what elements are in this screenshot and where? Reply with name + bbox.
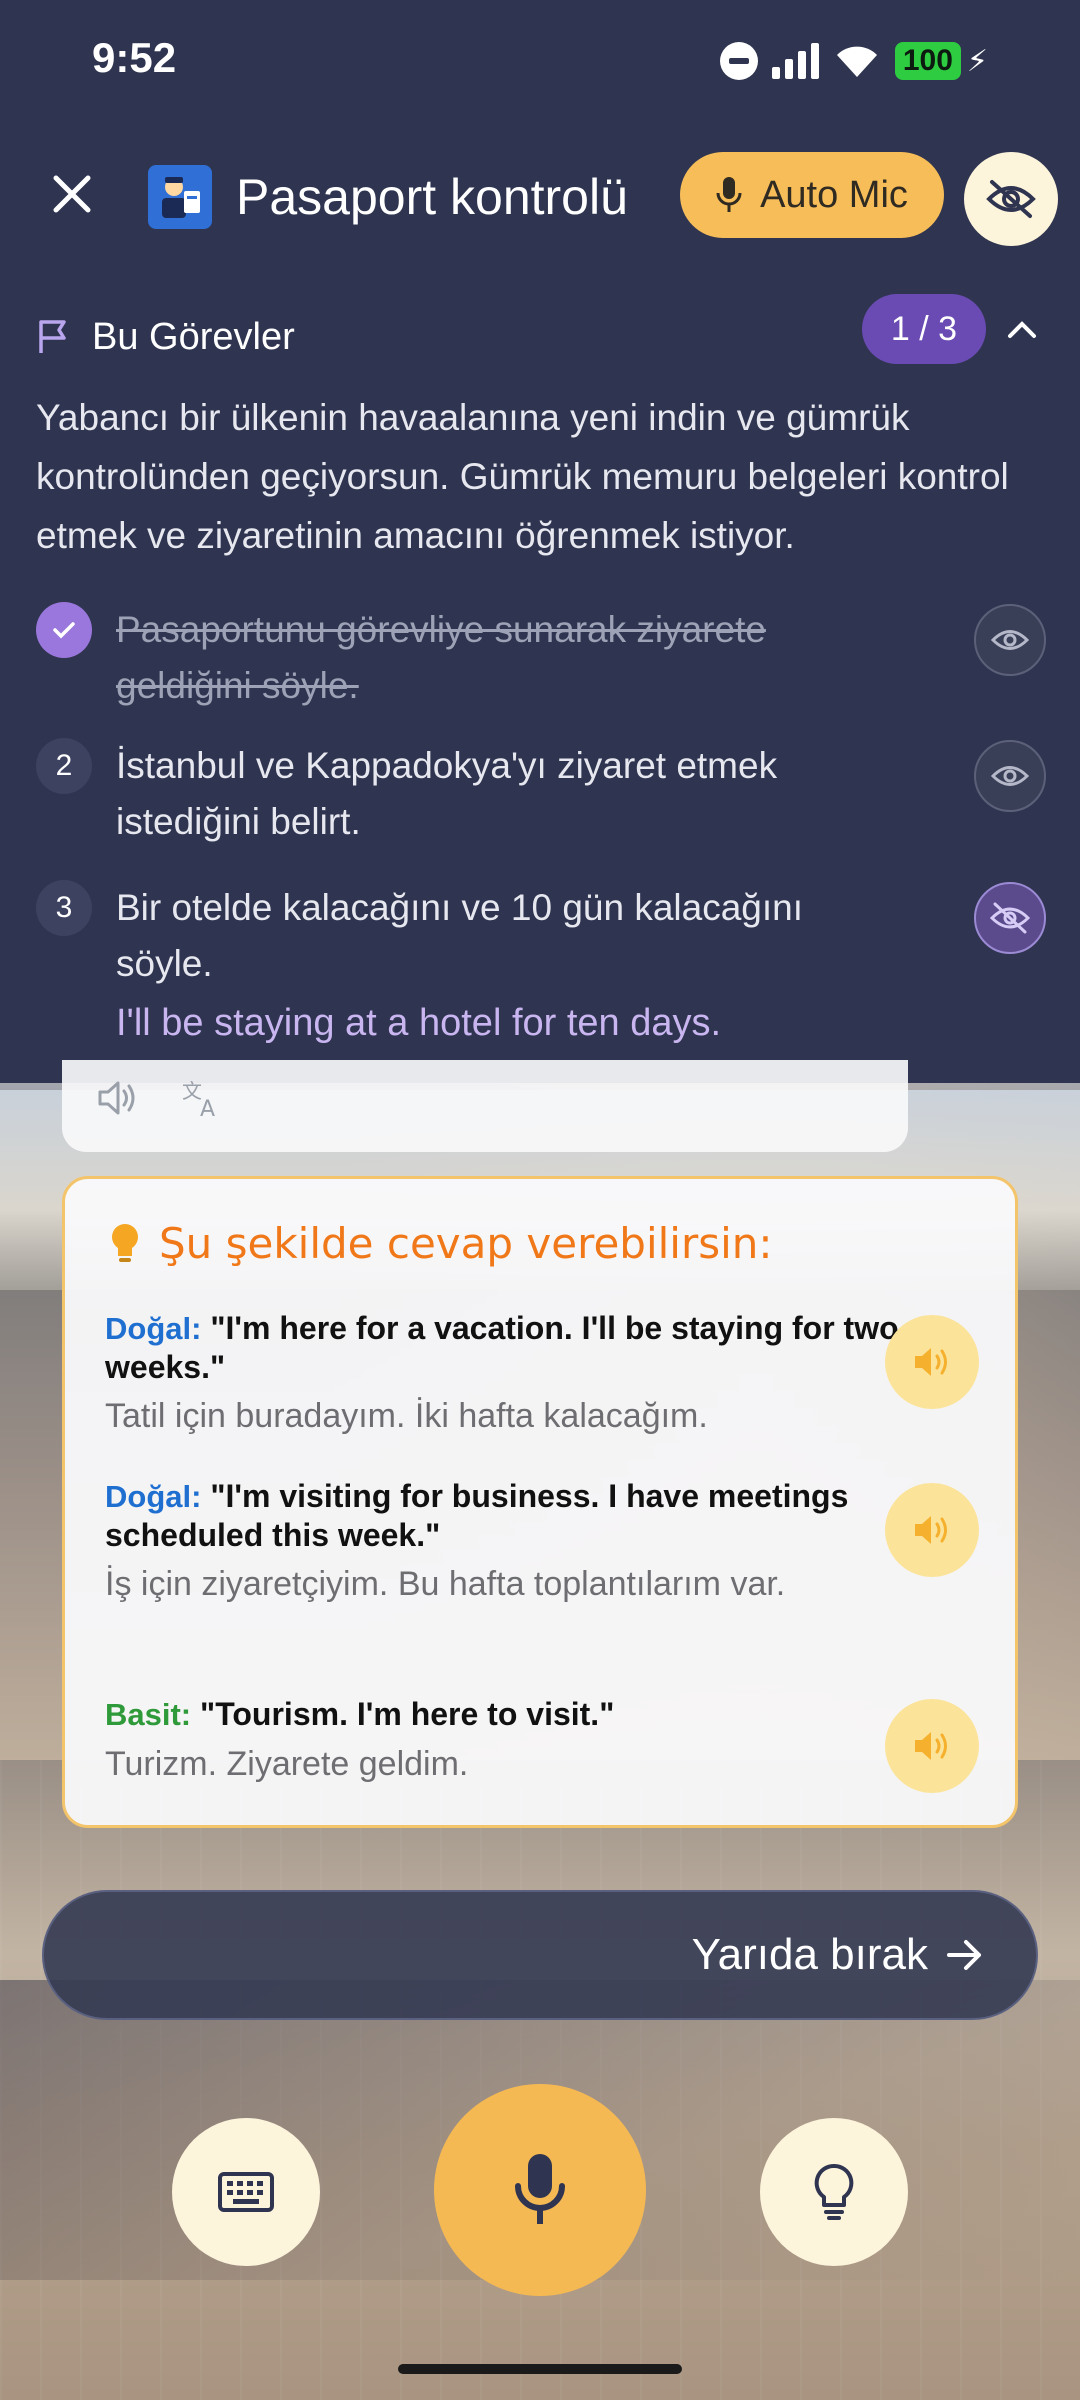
svg-text:文: 文 <box>182 1079 202 1103</box>
keyboard-icon <box>218 2172 274 2212</box>
suggestion-tag: Doğal: <box>105 1311 202 1346</box>
record-mic-button[interactable] <box>434 2084 646 2296</box>
chevron-up-icon[interactable] <box>1002 310 1042 350</box>
task-description: Yabancı bir ülkenin havaalanına yeni ind… <box>36 397 1009 556</box>
suggestion-item: Doğal: "I'm here for a vacation. I'll be… <box>105 1309 945 1442</box>
suggestion-sentence: "I'm here for a vacation. I'll be stayin… <box>105 1310 899 1385</box>
tasks-header: Bu Görevler <box>36 312 295 362</box>
eye-icon <box>991 630 1029 650</box>
speaker-icon <box>915 1516 947 1544</box>
status-bar: 9:52 100 ⚡ <box>0 0 1080 120</box>
task-counter: 1 / 3 <box>862 294 986 364</box>
eye-off-icon <box>986 180 1036 218</box>
suggestions-title: Şu şekilde cevap verebilirsin: <box>159 1219 773 1268</box>
lightbulb-icon <box>112 1223 138 1262</box>
close-icon <box>53 175 91 213</box>
show-translation-button[interactable] <box>974 604 1046 676</box>
message-actions: 文 A <box>96 1078 224 1118</box>
quit-button[interactable]: Yarıda bırak <box>42 1890 1038 2020</box>
auto-mic-label: Auto Mic <box>760 173 908 216</box>
wifi-icon <box>836 46 877 77</box>
suggestion-english: Doğal: "I'm visiting for business. I hav… <box>105 1477 945 1554</box>
play-audio-button[interactable] <box>885 1315 979 1409</box>
task-number: 2 <box>36 738 92 794</box>
suggestion-english: Doğal: "I'm here for a vacation. I'll be… <box>105 1309 945 1386</box>
quit-label: Yarıda bırak <box>691 1930 928 1979</box>
play-audio-button[interactable] <box>885 1483 979 1577</box>
speaker-icon <box>915 1732 947 1760</box>
task-check-icon <box>36 602 92 658</box>
status-time: 9:52 <box>92 34 177 81</box>
suggestion-sentence: "I'm visiting for business. I have meeti… <box>105 1478 849 1553</box>
hide-text-toggle[interactable] <box>964 152 1058 246</box>
suggestions-card: Şu şekilde cevap verebilirsin: Doğal: "I… <box>62 1176 1018 1828</box>
signal-icon <box>771 43 819 79</box>
suggestion-translation: İş için ziyaretçiyim. Bu hafta toplantıl… <box>105 1565 786 1603</box>
keyboard-button[interactable] <box>172 2118 320 2266</box>
officer-icon <box>162 177 200 218</box>
play-audio-button[interactable] <box>885 1699 979 1793</box>
lightbulb-icon <box>814 2163 854 2220</box>
task-hint-english: I'll be staying at a hotel for ten days. <box>116 1002 722 1044</box>
flag-icon <box>39 320 66 353</box>
do-not-disturb-icon <box>719 42 758 80</box>
page-title: Pasaport kontrolü <box>236 169 628 225</box>
eye-icon <box>991 766 1029 786</box>
suggestion-translation: Tatil için buradayım. İki hafta kalacağı… <box>105 1397 708 1435</box>
charging-icon: ⚡ <box>966 44 988 78</box>
translate-icon[interactable]: 文 A <box>180 1078 224 1118</box>
mic-icon <box>716 177 742 212</box>
close-button[interactable] <box>42 164 102 224</box>
task-text: Pasaportunu görevliye sunarak ziyarete g… <box>116 609 766 706</box>
tasks-panel: Bu Görevler 1 / 3 Yabancı bir ülkenin ha… <box>0 270 1080 1083</box>
show-translation-button[interactable] <box>974 740 1046 812</box>
speaker-icon <box>915 1348 947 1376</box>
speaker-icon[interactable] <box>96 1078 140 1118</box>
suggestion-tag: Doğal: <box>105 1479 202 1514</box>
status-icons: 100 ⚡ <box>719 38 988 84</box>
task-number: 3 <box>36 880 92 936</box>
passport-control-icon <box>148 165 212 229</box>
tasks-title: Bu Görevler <box>92 315 295 358</box>
suggestion-sentence: "Tourism. I'm here to visit." <box>200 1696 615 1732</box>
auto-mic-button[interactable]: Auto Mic <box>680 152 944 238</box>
suggestion-item: Basit: "Tourism. I'm here to visit." Tur… <box>105 1695 945 1790</box>
task-text: İstanbul ve Kappadokya'yı ziyaret etmek … <box>116 745 778 842</box>
suggestion-tag: Basit: <box>105 1697 192 1732</box>
mic-icon <box>515 2154 565 2224</box>
app-header: Pasaport kontrolü Auto Mic <box>0 140 1080 250</box>
svg-text:A: A <box>200 1097 215 1118</box>
home-indicator[interactable] <box>398 2364 682 2374</box>
hint-button[interactable] <box>760 2118 908 2266</box>
suggestions-header: Şu şekilde cevap verebilirsin: <box>109 1219 773 1268</box>
battery-level: 100 <box>894 42 961 80</box>
arrow-right-icon <box>947 1940 981 1970</box>
task-text: Bir otelde kalacağını ve 10 gün kalacağı… <box>116 887 804 984</box>
suggestion-english: Basit: "Tourism. I'm here to visit." <box>105 1695 945 1734</box>
eye-off-icon <box>990 902 1030 934</box>
suggestion-item: Doğal: "I'm visiting for business. I hav… <box>105 1477 945 1610</box>
hide-translation-button[interactable] <box>974 882 1046 954</box>
suggestion-translation: Turizm. Ziyarete geldim. <box>105 1745 469 1783</box>
